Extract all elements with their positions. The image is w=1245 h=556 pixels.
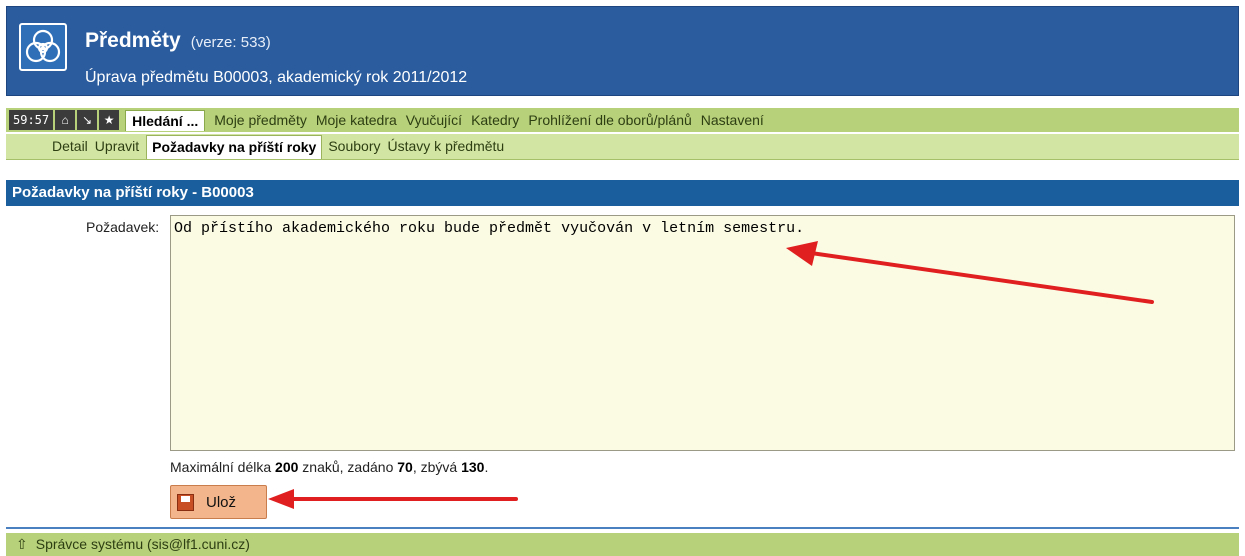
char-counter: Maximální délka 200 znaků, zadáno 70, zb… — [170, 459, 489, 475]
nav-departments[interactable]: Katedry — [471, 112, 519, 128]
tab-detail[interactable]: Detail — [52, 135, 88, 159]
page-subtitle: Úprava předmětu B00003, akademický rok 2… — [85, 69, 468, 86]
section-title: Požadavky na příští roky - B00003 — [6, 180, 1239, 206]
nav-teachers[interactable]: Vyučující — [406, 112, 462, 128]
tab-edit[interactable]: Upravit — [95, 135, 139, 159]
home-icon[interactable]: ⌂ — [55, 110, 76, 130]
footer-divider — [6, 527, 1239, 529]
counter-max: 200 — [275, 459, 299, 475]
tab-files[interactable]: Soubory — [328, 135, 380, 159]
floppy-disk-icon — [177, 493, 194, 511]
annotation-arrow-textarea — [786, 241, 1154, 304]
app-version: (verze: 533) — [190, 34, 271, 51]
session-timer: 59:57 — [9, 110, 54, 130]
nav-my-subjects[interactable]: Moje předměty — [214, 112, 307, 128]
annotation-arrow-save — [268, 489, 518, 509]
arrow-up-icon[interactable]: ⇧ — [16, 536, 28, 552]
tab-institutes[interactable]: Ústavy k předmětu — [388, 135, 505, 159]
counter-remaining: 130 — [461, 459, 485, 475]
nav-my-department[interactable]: Moje katedra — [316, 112, 397, 128]
tab-requirements[interactable]: Požadavky na příští roky — [146, 135, 323, 159]
exit-icon[interactable]: ↘ — [77, 110, 98, 130]
app-title: Předměty (verze: 533) — [85, 29, 271, 52]
app-header: Předměty (verze: 533) Úprava předmětu B00… — [6, 6, 1239, 96]
nav-search[interactable]: Hledání ... — [125, 109, 206, 131]
main-nav: 59:57 ⌂ ↘ ★ Hledání ... Moje předměty Mo… — [6, 108, 1239, 132]
sub-nav: Detail Upravit Požadavky na příští roky … — [6, 134, 1239, 160]
nav-browse-by-plans[interactable]: Prohlížení dle oborů/plánů — [528, 112, 691, 128]
counter-entered: 70 — [397, 459, 413, 475]
nav-settings[interactable]: Nastavení — [701, 112, 764, 128]
save-button[interactable]: Ulož — [170, 485, 267, 519]
footer: ⇧ Správce systému (sis@lf1.cuni.cz) — [6, 533, 1239, 556]
star-icon[interactable]: ★ — [99, 110, 120, 130]
admin-contact[interactable]: Správce systému (sis@lf1.cuni.cz) — [36, 536, 250, 552]
app-logo — [19, 23, 67, 71]
requirement-label: Požadavek: — [86, 219, 160, 235]
save-button-label: Ulož — [206, 493, 237, 511]
